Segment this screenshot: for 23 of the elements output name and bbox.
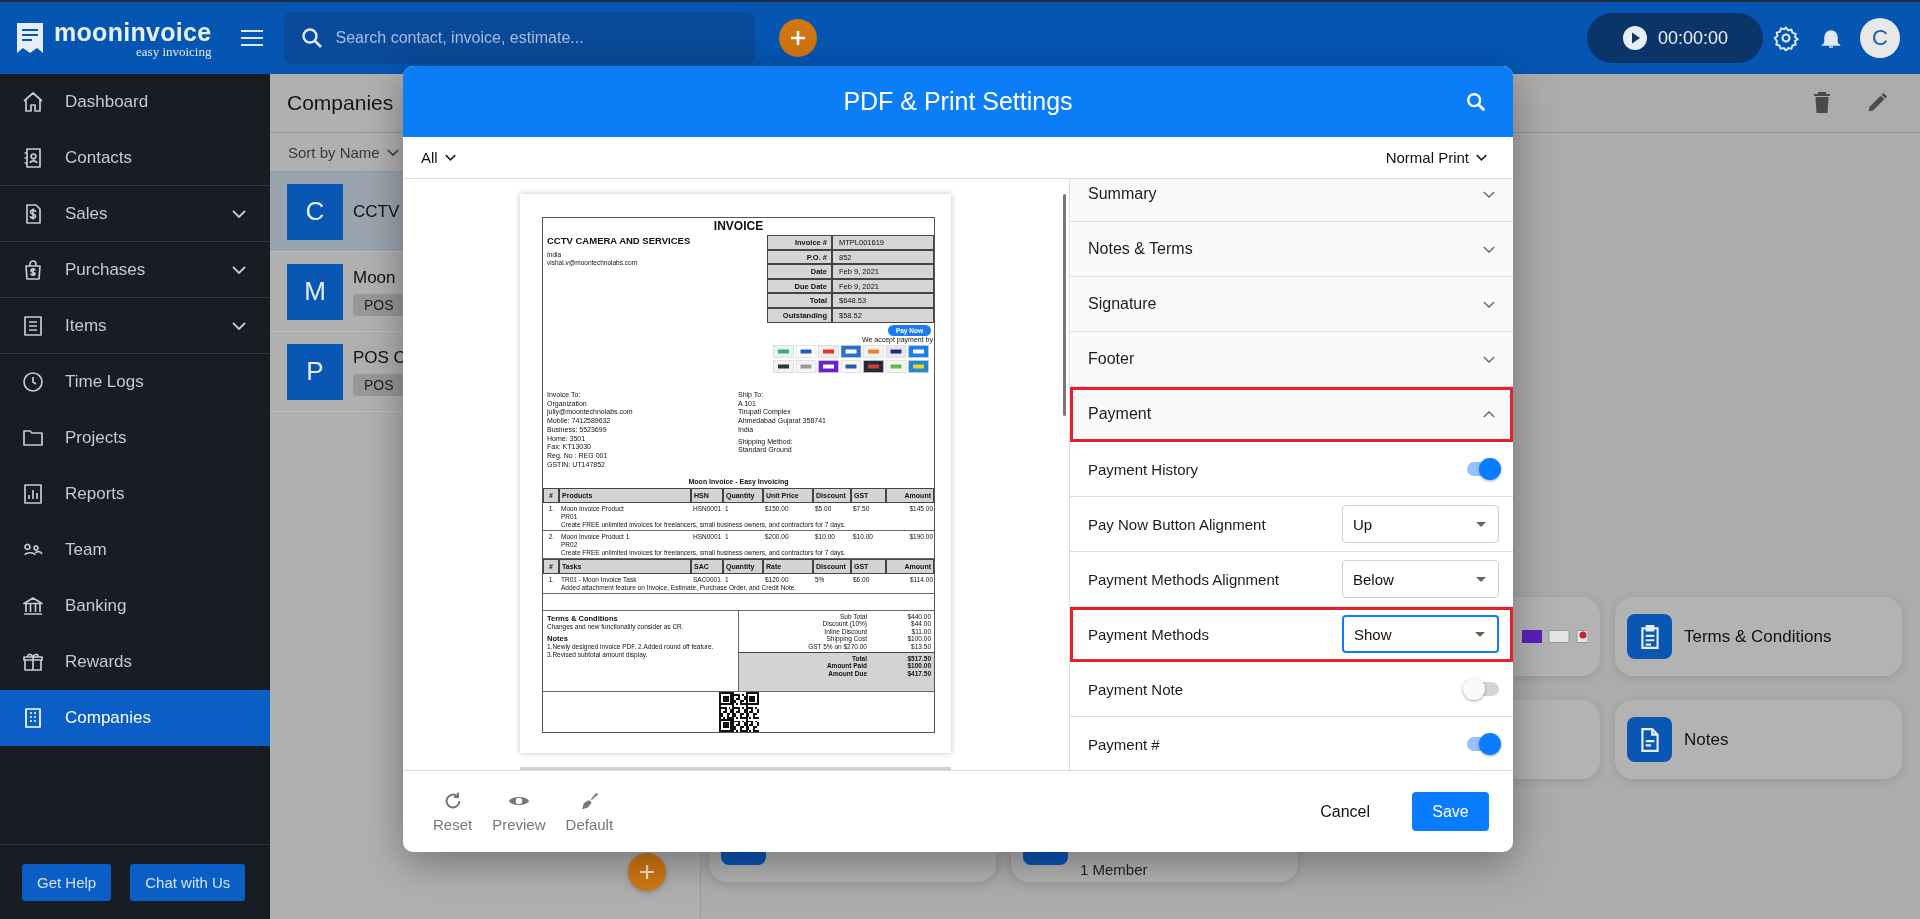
tag: POS bbox=[353, 373, 405, 396]
invoice-title: INVOICE bbox=[712, 218, 765, 235]
company-avatar: M bbox=[287, 263, 343, 320]
company-name: CCTV CAMERA AND SERVICES bbox=[547, 235, 692, 246]
page-title: Companies bbox=[287, 91, 394, 115]
setting-label: Payment Methods bbox=[1088, 625, 1209, 643]
setting-label: Payment Methods Alignment bbox=[1088, 570, 1279, 588]
setting-label: Payment # bbox=[1088, 735, 1160, 753]
setting-label: Pay Now Button Alignment bbox=[1088, 515, 1266, 533]
logo-tagline: easy invoicing bbox=[136, 44, 212, 58]
setting-label: Payment History bbox=[1088, 460, 1199, 478]
company-name: CCTV bbox=[353, 201, 400, 222]
member-count: 1 Member bbox=[1080, 861, 1148, 878]
company-avatar: P bbox=[287, 343, 343, 400]
setting-label: Payment Note bbox=[1088, 680, 1184, 698]
logo-wordmark: mooninvoice bbox=[54, 18, 212, 45]
card-title: Notes bbox=[1684, 729, 1729, 750]
tag: POS bbox=[353, 293, 405, 316]
dialog-title: PDF & Print Settings bbox=[843, 87, 1073, 116]
company-avatar: C bbox=[287, 183, 343, 240]
card-title: Terms & Conditions bbox=[1684, 626, 1832, 647]
timer-text: 00:00:00 bbox=[1657, 27, 1729, 49]
company-name: Moon bbox=[353, 267, 396, 288]
